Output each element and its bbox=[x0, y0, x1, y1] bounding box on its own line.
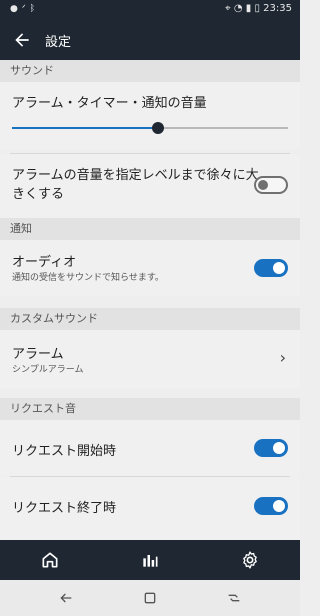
section-header-request-sound: リクエスト音 bbox=[0, 398, 300, 420]
record-icon: ● bbox=[10, 4, 22, 14]
pulse-icon: ᐟ bbox=[21, 4, 30, 14]
status-right: ⌖ ◔ ▮ ▯ 23:35 bbox=[225, 3, 292, 14]
wifi-icon: ◔ bbox=[233, 3, 243, 14]
app-bar: 設定 bbox=[0, 20, 300, 60]
slider-fill bbox=[12, 127, 159, 129]
alarm-volume-row: アラーム・タイマー・通知の音量 bbox=[0, 82, 300, 150]
status-bar: ●ᐟᛒ ⌖ ◔ ▮ ▯ 23:35 bbox=[0, 0, 300, 20]
battery-icon: ▯ bbox=[254, 3, 260, 14]
alarm-row[interactable]: アラーム シンプルアラーム › bbox=[0, 330, 300, 388]
system-home-icon[interactable] bbox=[142, 590, 158, 606]
system-back-icon[interactable] bbox=[58, 590, 74, 606]
audio-label: オーディオ bbox=[12, 255, 77, 270]
toggle-knob bbox=[273, 262, 285, 274]
gradual-volume-toggle[interactable] bbox=[254, 176, 288, 194]
audio-row[interactable]: オーディオ 通知の受信をサウンドで知らせます。 bbox=[0, 240, 300, 296]
alarm-label: アラーム bbox=[12, 347, 64, 362]
location-icon: ⌖ bbox=[225, 3, 231, 14]
gradual-volume-label-line2: きくする bbox=[12, 187, 65, 202]
request-end-toggle[interactable] bbox=[254, 497, 288, 515]
system-recents-icon[interactable] bbox=[226, 590, 242, 606]
settings-list: サウンド アラーム・タイマー・通知の音量 アラームの音量を指定レベルまで徐々に大… bbox=[0, 60, 300, 540]
signal-icon: ▮ bbox=[245, 3, 252, 14]
audio-toggle[interactable] bbox=[254, 259, 288, 277]
toggle-knob bbox=[258, 180, 268, 190]
request-start-row[interactable]: リクエスト開始時 bbox=[0, 420, 300, 476]
status-left-icons: ●ᐟᛒ bbox=[10, 4, 39, 14]
equalizer-icon[interactable] bbox=[140, 550, 160, 570]
system-nav-bar bbox=[0, 580, 300, 616]
section-header-notification: 通知 bbox=[0, 218, 300, 240]
back-arrow-icon[interactable] bbox=[12, 30, 32, 50]
bluetooth-icon: ᛒ bbox=[29, 4, 40, 14]
gradual-volume-label-line1: アラームの音量を指定レベルまで徐々に大 bbox=[12, 168, 259, 183]
alarm-volume-label: アラーム・タイマー・通知の音量 bbox=[12, 96, 207, 111]
section-header-sound: サウンド bbox=[0, 60, 300, 82]
gradual-volume-row[interactable]: アラームの音量を指定レベルまで徐々に大 きくする bbox=[0, 154, 300, 218]
bottom-nav bbox=[0, 540, 300, 580]
audio-sub: 通知の受信をサウンドで知らせます。 bbox=[12, 273, 164, 283]
request-start-toggle[interactable] bbox=[254, 439, 288, 457]
alarm-volume-slider[interactable] bbox=[12, 122, 288, 134]
chevron-right-icon: › bbox=[279, 348, 286, 367]
alarm-sub: シンプルアラーム bbox=[12, 365, 84, 375]
request-end-label: リクエスト終了時 bbox=[12, 501, 117, 516]
gear-icon[interactable] bbox=[240, 550, 260, 570]
toggle-knob bbox=[273, 442, 285, 454]
slider-thumb[interactable] bbox=[152, 122, 165, 134]
request-end-row[interactable]: リクエスト終了時 bbox=[0, 477, 300, 540]
request-start-label: リクエスト開始時 bbox=[12, 444, 117, 459]
section-header-custom-sound: カスタムサウンド bbox=[0, 308, 300, 330]
toggle-knob bbox=[273, 500, 285, 512]
page-title: 設定 bbox=[45, 35, 72, 50]
status-time: 23:35 bbox=[263, 3, 292, 14]
home-icon[interactable] bbox=[40, 550, 60, 570]
